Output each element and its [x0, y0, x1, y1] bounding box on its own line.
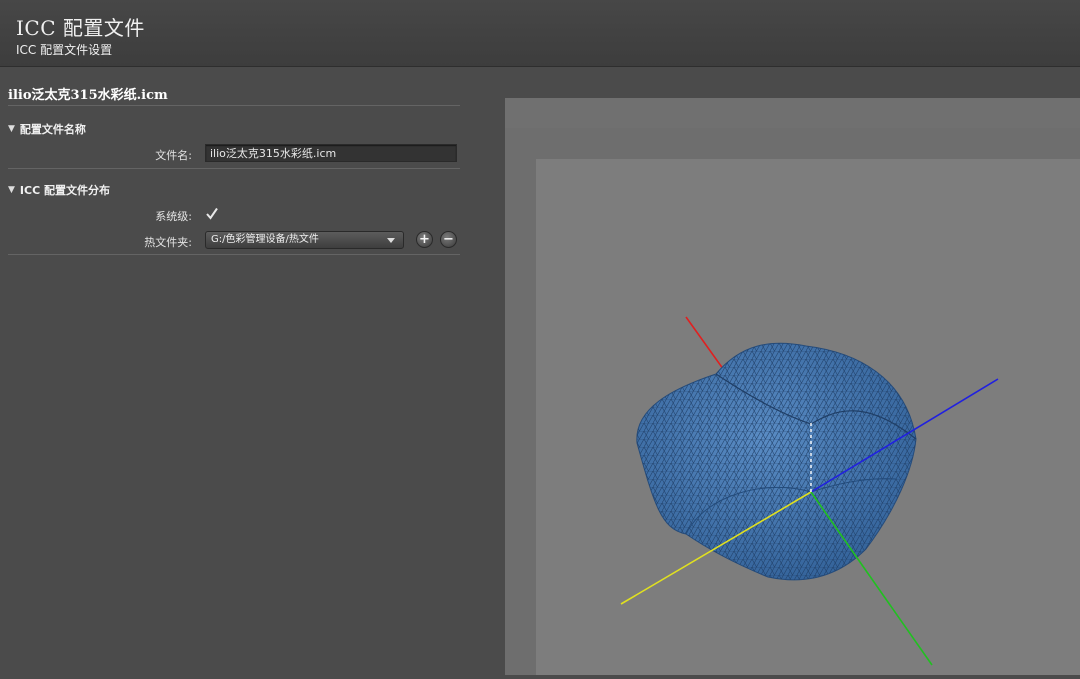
chevron-down-icon: [387, 238, 395, 243]
divider: [8, 105, 460, 106]
filename-label: 文件名:: [155, 149, 192, 162]
window-subtitle: ICC 配置文件设置: [16, 43, 113, 57]
add-folder-button[interactable]: +: [416, 231, 433, 248]
panel-gutter: [468, 67, 505, 675]
remove-folder-button[interactable]: −: [440, 231, 457, 248]
filename-field[interactable]: ilio泛太克315水彩纸.icm: [205, 144, 457, 162]
section-heading: ICC 配置文件分布: [19, 184, 110, 197]
section-header-profile-name[interactable]: ▼ 配置文件名称: [8, 121, 86, 137]
hot-folder-value: G:/色彩管理设备/热文件: [211, 234, 319, 245]
profile-file-title: ilio泛太克315水彩纸.icm: [8, 88, 168, 103]
plus-icon: +: [419, 232, 430, 247]
title-bar: ICC 配置文件 ICC 配置文件设置: [0, 0, 1080, 67]
system-level-label: 系统级:: [155, 210, 192, 223]
gamut-mesh: [636, 343, 916, 580]
hot-folder-dropdown[interactable]: G:/色彩管理设备/热文件: [205, 231, 404, 249]
hot-folder-label: 热文件夹:: [144, 236, 192, 249]
window-title: ICC 配置文件: [16, 16, 145, 40]
section-heading: 配置文件名称: [19, 123, 86, 136]
divider: [8, 168, 460, 169]
triangle-down-icon[interactable]: ▼: [8, 185, 15, 195]
section-header-profile-distribution[interactable]: ▼ ICC 配置文件分布: [8, 182, 110, 198]
divider: [8, 254, 460, 255]
viewer-toolbar: [505, 98, 1080, 128]
gamut-canvas[interactable]: [536, 159, 1080, 675]
settings-panel: ilio泛太克315水彩纸.icm ▼ 配置文件名称 文件名: ilio泛太克3…: [0, 67, 468, 675]
triangle-down-icon[interactable]: ▼: [8, 124, 15, 134]
minus-icon: −: [443, 232, 454, 247]
system-level-checkbox[interactable]: [205, 207, 219, 221]
gamut-plot[interactable]: [536, 159, 1080, 675]
gamut-viewer[interactable]: [505, 98, 1080, 675]
